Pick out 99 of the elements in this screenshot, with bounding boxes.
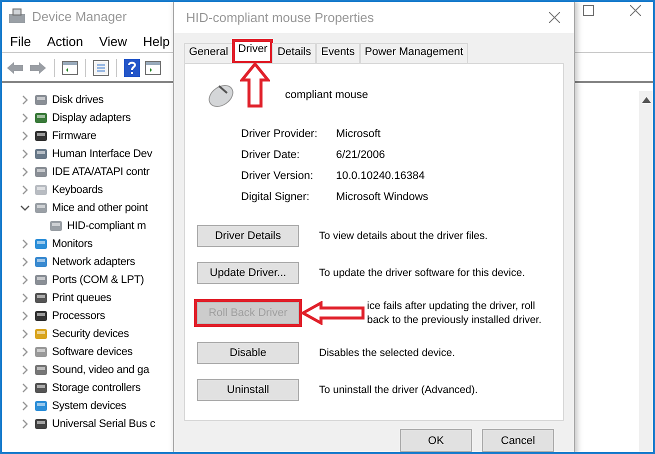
action-description: ice fails after updating the driver, roll back to the previously installed driver. bbox=[367, 299, 543, 327]
close-icon[interactable] bbox=[630, 4, 641, 16]
tree-item[interactable]: Display adapters bbox=[52, 112, 131, 124]
property-label: Digital Signer: bbox=[241, 191, 310, 203]
device-icon bbox=[33, 326, 49, 342]
device-icon bbox=[33, 146, 49, 162]
menu-item[interactable]: Action bbox=[46, 34, 84, 48]
tab[interactable]: Details bbox=[272, 43, 316, 63]
tab[interactable]: General bbox=[184, 43, 234, 63]
expand-chevron-icon[interactable] bbox=[20, 383, 30, 393]
expand-chevron-icon[interactable] bbox=[20, 185, 30, 195]
device-icon bbox=[33, 272, 49, 288]
device-icon bbox=[33, 308, 49, 324]
driver-action-button[interactable]: Update Driver... bbox=[197, 262, 299, 284]
property-value: Microsoft bbox=[336, 128, 382, 140]
tab[interactable]: Power Management bbox=[360, 43, 468, 63]
dialog-title: HID-compliant mouse Properties bbox=[186, 10, 374, 24]
back-arrow-icon[interactable] bbox=[6, 61, 24, 75]
expand-chevron-icon[interactable] bbox=[20, 401, 30, 411]
tree-item[interactable]: Human Interface Dev bbox=[52, 148, 152, 160]
expand-chevron-icon[interactable] bbox=[20, 365, 30, 375]
tree-item[interactable]: Software devices bbox=[52, 346, 133, 358]
collapse-chevron-icon[interactable] bbox=[20, 203, 30, 213]
window-icon[interactable] bbox=[62, 61, 78, 75]
driver-action-button[interactable]: Uninstall bbox=[197, 379, 299, 401]
tree-item[interactable]: Network adapters bbox=[52, 256, 136, 268]
tree-item[interactable]: Mice and other point bbox=[52, 202, 148, 214]
tree-item[interactable]: System devices bbox=[52, 400, 126, 412]
expand-chevron-icon[interactable] bbox=[20, 113, 30, 123]
action-description: To uninstall the driver (Advanced). bbox=[319, 383, 479, 397]
tree-item[interactable]: Keyboards bbox=[52, 184, 103, 196]
device-icon bbox=[33, 236, 49, 252]
device-icon bbox=[33, 416, 49, 432]
window-title: Device Manager bbox=[32, 8, 127, 24]
expand-chevron-icon[interactable] bbox=[20, 329, 30, 339]
property-value: Microsoft Windows bbox=[336, 191, 430, 203]
action-description: Disables the selected device. bbox=[319, 346, 456, 360]
tab[interactable]: Driver bbox=[233, 40, 272, 63]
driver-action-button[interactable]: Disable bbox=[197, 342, 299, 364]
expand-chevron-icon[interactable] bbox=[20, 167, 30, 177]
device-icon bbox=[33, 128, 49, 144]
expand-chevron-icon[interactable] bbox=[20, 311, 30, 321]
close-icon[interactable] bbox=[549, 12, 560, 22]
tree-item[interactable]: Print queues bbox=[52, 292, 112, 304]
expand-chevron-icon[interactable] bbox=[20, 419, 30, 429]
forward-arrow-icon[interactable] bbox=[29, 61, 47, 75]
expand-chevron-icon[interactable] bbox=[20, 95, 30, 105]
property-label: Driver Date: bbox=[241, 149, 301, 161]
expand-chevron-icon[interactable] bbox=[20, 257, 30, 267]
driver-action-button[interactable]: Driver Details bbox=[197, 225, 299, 247]
device-icon bbox=[33, 254, 49, 270]
device-icon bbox=[48, 218, 64, 234]
device-icon bbox=[33, 290, 49, 306]
device-icon bbox=[33, 200, 49, 216]
property-label: Driver Version: bbox=[241, 170, 314, 182]
left-arrow-annotation bbox=[301, 301, 365, 325]
device-icon bbox=[33, 92, 49, 108]
device-icon bbox=[33, 380, 49, 396]
device-icon bbox=[33, 110, 49, 126]
property-value: 10.0.10240.16384 bbox=[336, 170, 426, 182]
expand-chevron-icon[interactable] bbox=[20, 149, 30, 159]
tree-item[interactable]: Universal Serial Bus c bbox=[52, 418, 156, 430]
device-icon bbox=[33, 362, 49, 378]
device-icon bbox=[33, 398, 49, 414]
dialog-button[interactable]: OK bbox=[400, 429, 472, 452]
device-manager-icon bbox=[8, 8, 26, 24]
tree-item[interactable]: Ports (COM & LPT) bbox=[52, 274, 144, 286]
tree-item[interactable]: Processors bbox=[52, 310, 106, 322]
property-label: Driver Provider: bbox=[241, 128, 318, 140]
property-value: 6/21/2006 bbox=[336, 149, 386, 161]
device-name: compliant mouse bbox=[285, 89, 368, 101]
device-icon bbox=[33, 164, 49, 180]
dialog-button[interactable]: Cancel bbox=[482, 429, 554, 452]
help-icon[interactable] bbox=[124, 59, 140, 77]
tree-item[interactable]: Disk drives bbox=[52, 94, 104, 106]
tree-item[interactable]: Sound, video and ga bbox=[52, 364, 150, 376]
menu-item[interactable]: Help bbox=[143, 34, 170, 48]
device-icon bbox=[33, 182, 49, 198]
device-icon bbox=[33, 344, 49, 360]
maximize-icon[interactable] bbox=[583, 4, 594, 16]
tree-item[interactable]: HID-compliant m bbox=[67, 220, 146, 232]
expand-chevron-icon[interactable] bbox=[20, 347, 30, 357]
action-description: To update the driver software for this device. bbox=[319, 266, 526, 280]
expand-chevron-icon[interactable] bbox=[20, 275, 30, 285]
window-icon[interactable] bbox=[145, 61, 161, 75]
expand-chevron-icon[interactable] bbox=[20, 239, 30, 249]
tab[interactable]: Events bbox=[316, 43, 360, 63]
tree-item[interactable]: Security devices bbox=[52, 328, 129, 340]
scroll-up-icon[interactable] bbox=[642, 97, 650, 103]
tree-item[interactable]: Storage controllers bbox=[52, 382, 141, 394]
menu-item[interactable]: View bbox=[99, 34, 128, 48]
tree-item[interactable]: Monitors bbox=[52, 238, 93, 250]
properties-icon[interactable] bbox=[93, 60, 109, 76]
expand-chevron-icon[interactable] bbox=[20, 293, 30, 303]
tree-item[interactable]: IDE ATA/ATAPI contr bbox=[52, 166, 150, 178]
menu-item[interactable]: File bbox=[10, 34, 31, 48]
action-description: To view details about the driver files. bbox=[319, 229, 489, 243]
tree-item[interactable]: Firmware bbox=[52, 130, 96, 142]
expand-chevron-icon[interactable] bbox=[20, 131, 30, 141]
